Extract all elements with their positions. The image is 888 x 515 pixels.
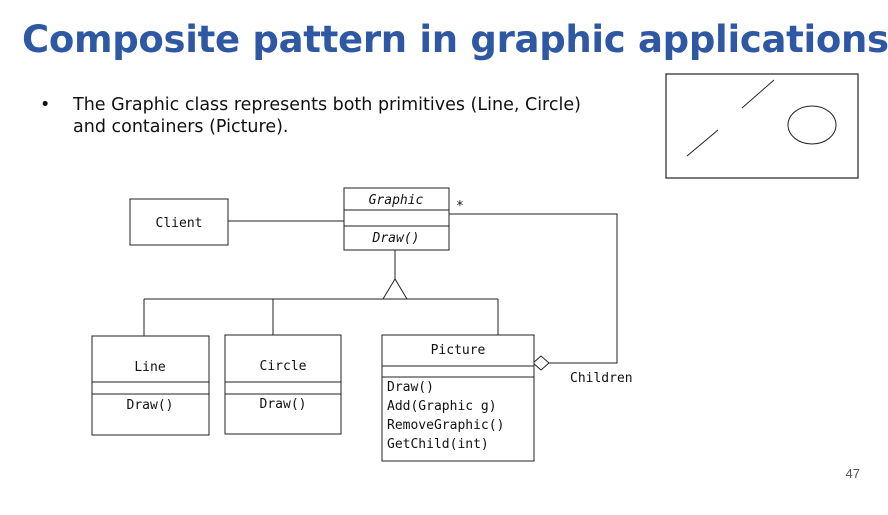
picture-operation: GetChild(int) bbox=[387, 437, 489, 452]
picture-class-name: Picture bbox=[431, 343, 486, 358]
graphic-draw-operation: Draw() bbox=[372, 231, 420, 246]
circle-class-name: Circle bbox=[260, 359, 307, 374]
graphic-class-name: Graphic bbox=[369, 193, 424, 208]
picture-class: Picture Draw() Add(Graphic g) RemoveGrap… bbox=[381, 334, 535, 462]
picture-operation: RemoveGraphic() bbox=[387, 418, 504, 433]
client-class: Client bbox=[129, 198, 229, 246]
aggregation-diamond bbox=[532, 355, 550, 371]
line-draw-operation: Draw() bbox=[127, 398, 174, 413]
children-label: Children bbox=[570, 371, 633, 386]
line-class: Line Draw() bbox=[91, 335, 210, 436]
client-class-name: Client bbox=[156, 216, 203, 231]
line-class-name: Line bbox=[134, 360, 165, 375]
circle-class: Circle Draw() bbox=[224, 334, 342, 435]
graphic-class: Graphic Draw() bbox=[343, 187, 450, 251]
multiplicity-label: * bbox=[456, 199, 464, 214]
composite-uml-diagram: Graphic Draw() * Client Line Draw() Circ… bbox=[91, 73, 859, 462]
sample-picture-box bbox=[665, 73, 859, 179]
circle-draw-operation: Draw() bbox=[260, 397, 307, 412]
picture-operation: Draw() bbox=[387, 380, 434, 395]
page-number: 47 bbox=[845, 466, 860, 481]
picture-operation: Add(Graphic g) bbox=[387, 399, 497, 414]
inheritance-triangle bbox=[382, 278, 408, 300]
